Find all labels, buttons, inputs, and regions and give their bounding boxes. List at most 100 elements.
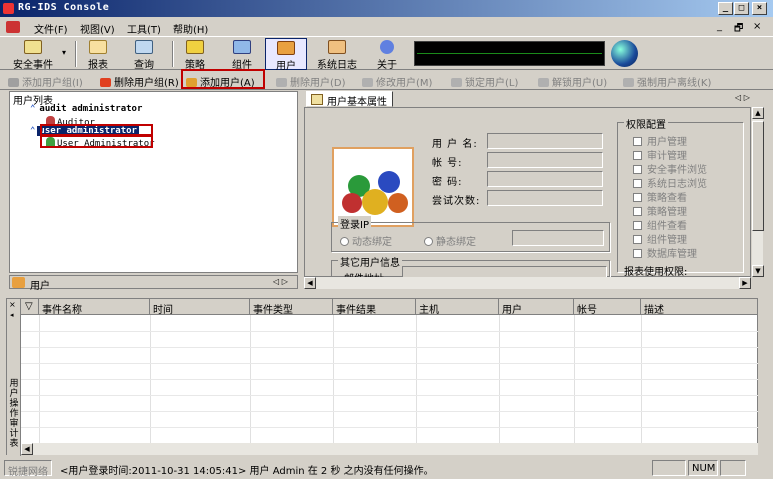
toolbar-report-button[interactable]: 报表 (83, 38, 113, 71)
events-table: ▽ 事件名称 时间 事件类型 事件结果 主机 用户 帐号 描述 ◀ (21, 299, 758, 456)
unlock-user-button[interactable]: 解锁用户(U) (538, 74, 607, 89)
attempts-label: 尝试次数: (432, 196, 481, 207)
dynamic-bind-radio[interactable]: 动态绑定 (340, 233, 392, 248)
perm-user-manage-checkbox[interactable]: 用户管理 (633, 133, 687, 148)
action-label: 删除用户组(R) (114, 78, 179, 89)
radio-icon (340, 237, 349, 246)
lock-user-button[interactable]: 锁定用户(L) (451, 74, 518, 89)
toolbar-query-button[interactable]: 查询 (129, 38, 159, 71)
perm-syslog-browse-checkbox[interactable]: 系统日志浏览 (633, 175, 707, 190)
tab-nav-arrows[interactable]: ◁ ▷ (735, 93, 750, 102)
mdi-minimize-button[interactable]: _ (717, 21, 722, 32)
action-label: 锁定用户(L) (465, 78, 519, 89)
col-host[interactable]: 主机 (416, 299, 499, 316)
toolbar-policy-button[interactable]: 策略 (180, 38, 210, 71)
static-ip-field[interactable] (512, 230, 604, 246)
delete-group-icon (100, 78, 111, 87)
close-button[interactable]: × (752, 2, 767, 15)
account-label: 帐 号: (432, 158, 463, 169)
toolbar-system-log-button[interactable]: 系统日志 (314, 38, 360, 71)
checkbox-icon (633, 207, 642, 216)
col-event-name[interactable]: 事件名称 (39, 299, 150, 316)
radio-label: 静态绑定 (436, 237, 476, 248)
status-blank-2 (720, 460, 746, 476)
maximize-button[interactable]: □ (734, 2, 749, 15)
events-hscroll[interactable]: ◀ (21, 443, 758, 455)
pin-icon[interactable]: ◂ (10, 311, 14, 319)
delete-user-button[interactable]: 删除用户(D) (276, 74, 346, 89)
scroll-left-icon[interactable]: ◀ (304, 277, 316, 289)
force-offline-icon (623, 78, 634, 87)
menu-help[interactable]: 帮助(H) (173, 21, 208, 36)
tab-user[interactable]: 用户 (30, 277, 50, 292)
properties-icon (311, 94, 323, 105)
properties-hscroll[interactable]: ◀ ▶ (304, 277, 751, 289)
perm-policy-manage-checkbox[interactable]: 策略管理 (633, 203, 687, 218)
system-log-icon (328, 40, 346, 54)
tab-nav-arrows[interactable]: ◁ ▷ (273, 277, 288, 286)
attempts-field[interactable] (487, 190, 603, 206)
menu-tools[interactable]: 工具(T) (127, 21, 161, 36)
report-permission-label: 报表使用权限: (624, 267, 688, 278)
checkbox-icon (633, 193, 642, 202)
mdi-close-button[interactable]: × (753, 21, 761, 32)
account-field[interactable] (487, 152, 603, 168)
force-offline-button[interactable]: 强制用户离线(K) (623, 74, 711, 89)
toolbar-about-button[interactable]: 关于 (372, 38, 402, 71)
scroll-thumb[interactable] (752, 121, 764, 231)
perm-component-manage-checkbox[interactable]: 组件管理 (633, 231, 687, 246)
col-time[interactable]: 时间 (150, 299, 250, 316)
toolbar-security-event-button[interactable]: 安全事件 (6, 38, 60, 71)
other-info-title: 其它用户信息 (338, 254, 402, 269)
col-description[interactable]: 描述 (641, 299, 758, 316)
tree-group-audit[interactable]: ⌃ audit administrator (30, 104, 142, 114)
permissions-title: 权限配置 (624, 116, 668, 131)
security-event-icon (24, 40, 42, 54)
username-label: 用 户 名: (432, 139, 478, 150)
collapse-icon: ⌃ (30, 126, 36, 136)
mdi-restore-button[interactable]: 🗗 (734, 21, 743, 38)
menu-file[interactable]: 文件(F) (34, 21, 68, 36)
checkbox-icon (633, 137, 642, 146)
toolbar-component-button[interactable]: 组件 (227, 38, 257, 71)
filter-icon[interactable]: ▽ (21, 299, 39, 315)
perm-database-manage-checkbox[interactable]: 数据库管理 (633, 245, 697, 260)
unlock-icon (538, 78, 549, 87)
perm-component-view-checkbox[interactable]: 组件查看 (633, 217, 687, 232)
delete-group-button[interactable]: 删除用户组(R) (100, 74, 179, 89)
toolbar-user-button[interactable]: 用户 (265, 38, 307, 72)
perm-audit-manage-checkbox[interactable]: 审计管理 (633, 147, 687, 162)
col-event-result[interactable]: 事件结果 (333, 299, 416, 316)
minimize-button[interactable]: _ (718, 2, 733, 15)
scroll-down-icon[interactable]: ▼ (752, 265, 764, 277)
toolbar-label: 安全事件 (13, 60, 53, 71)
password-label: 密 码: (432, 177, 463, 188)
chevron-down-icon[interactable]: ▾ (62, 48, 66, 57)
modify-user-button[interactable]: 修改用户(M) (362, 74, 432, 89)
app-menu-icon[interactable] (6, 21, 20, 33)
add-group-button[interactable]: 添加用户组(I) (8, 74, 83, 89)
perm-policy-view-checkbox[interactable]: 策略查看 (633, 189, 687, 204)
tab-user-basic-properties[interactable]: 用户基本属性 (306, 91, 393, 108)
checkbox-icon (633, 165, 642, 174)
col-account[interactable]: 帐号 (574, 299, 641, 316)
username-field[interactable] (487, 133, 603, 149)
close-icon[interactable]: × (9, 300, 16, 309)
tree-group-label: audit administrator (39, 104, 143, 114)
password-field[interactable] (487, 171, 603, 187)
checkbox-icon (633, 249, 642, 258)
scroll-up-icon[interactable]: ▲ (752, 107, 764, 119)
add-group-icon (8, 78, 19, 87)
scroll-right-icon[interactable]: ▶ (739, 277, 751, 289)
scroll-left-icon[interactable]: ◀ (21, 443, 33, 455)
status-bar: 锐捷网络 <用户登录时间:2011-10-31 14:05:41> 用户 Adm… (0, 459, 773, 479)
static-bind-radio[interactable]: 静态绑定 (424, 233, 476, 248)
menu-view[interactable]: 视图(V) (80, 21, 115, 36)
lock-icon (451, 78, 462, 87)
col-event-type[interactable]: 事件类型 (250, 299, 333, 316)
properties-vscroll[interactable]: ▲ ▼ (751, 107, 764, 277)
col-user[interactable]: 用户 (499, 299, 574, 316)
perm-security-browse-checkbox[interactable]: 安全事件浏览 (633, 161, 707, 176)
permissions-group: 权限配置 用户管理 审计管理 安全事件浏览 系统日志浏览 策略查看 策略管理 组… (617, 116, 743, 278)
report-icon (89, 40, 107, 54)
